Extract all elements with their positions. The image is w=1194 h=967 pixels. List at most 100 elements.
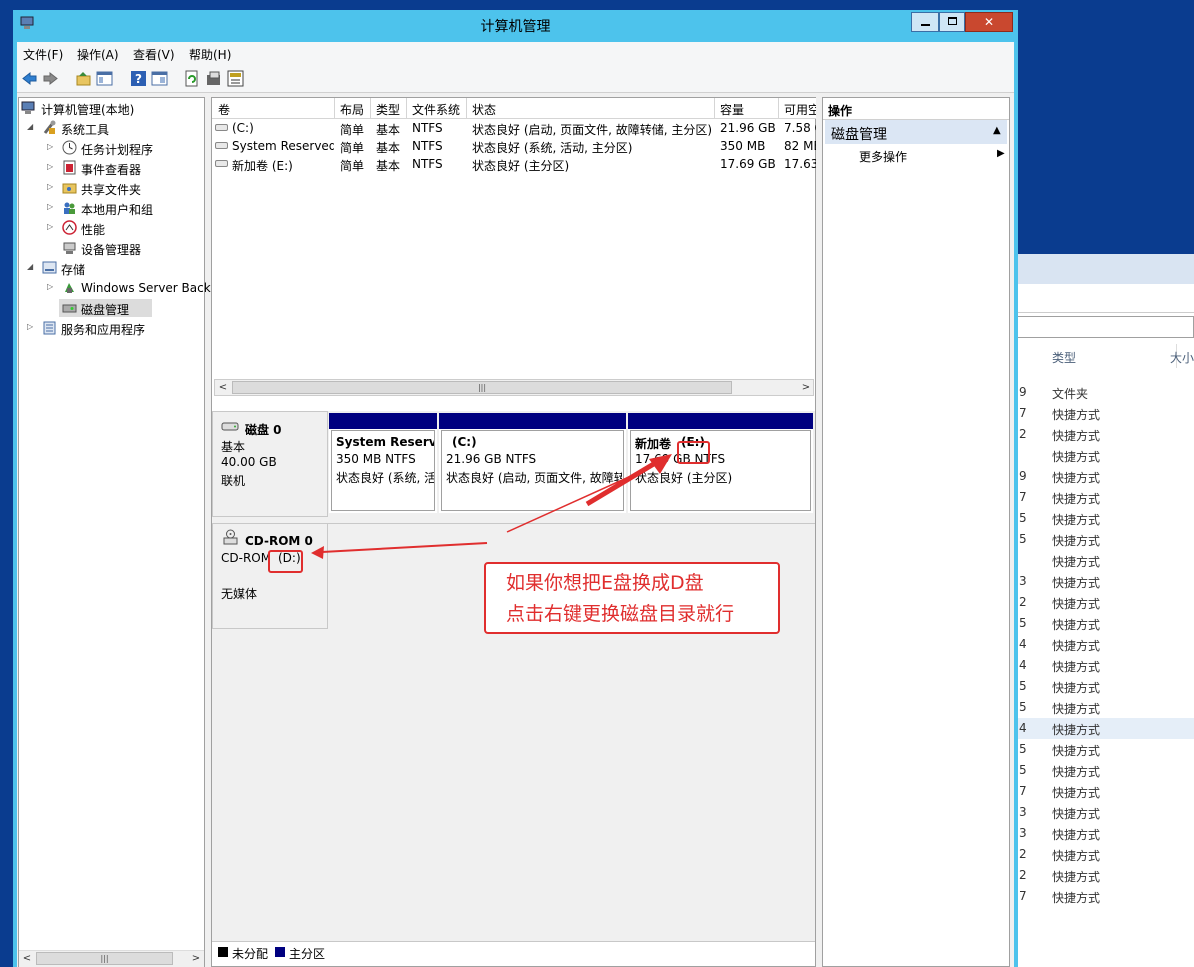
explorer-list-item[interactable]: 3 快捷方式	[1016, 571, 1194, 592]
explorer-list-item[interactable]: 5 快捷方式	[1016, 613, 1194, 634]
volume-cell-vol: (C:)	[232, 121, 254, 135]
explorer-list-item[interactable]: 2 快捷方式	[1016, 592, 1194, 613]
expand-arrow-icon[interactable]: ▷	[47, 282, 53, 291]
column-header-filesystem[interactable]: 文件系统	[412, 101, 460, 118]
maximize-button[interactable]	[939, 12, 965, 32]
explorer-search-box[interactable]	[1016, 316, 1194, 338]
tree-item-disk-management[interactable]: 磁盘管理	[59, 299, 152, 317]
actions-section-disk-management[interactable]: 磁盘管理 ▲	[825, 120, 1007, 144]
explorer-list-item[interactable]: 7 快捷方式	[1016, 403, 1194, 424]
explorer-list-item[interactable]: 9 文件夹	[1016, 382, 1194, 403]
partition-e[interactable]: 新加卷 (E:) 17.69 GB NTFS 状态良好 (主分区)	[628, 413, 813, 513]
partition-c[interactable]: (C:) 21.96 GB NTFS 状态良好 (启动, 页面文件, 故障转	[439, 413, 626, 513]
volume-row[interactable]: (C:) 简单 基本 NTFS 状态良好 (启动, 页面文件, 故障转储, 主分区) 21…	[212, 119, 816, 137]
close-button[interactable]: ✕	[965, 12, 1013, 32]
actions-more-actions[interactable]: 更多操作 ▶	[825, 146, 1007, 166]
expand-arrow-icon[interactable]: ▷	[47, 202, 53, 211]
explorer-item-date-fragment: 4	[1019, 721, 1027, 735]
volume-row[interactable]: System Reserved 简单 基本 NTFS 状态良好 (系统, 活动, 主分区…	[212, 137, 816, 155]
explorer-list-item[interactable]: 7 快捷方式	[1016, 886, 1194, 907]
explorer-list-item[interactable]: 7 快捷方式	[1016, 781, 1194, 802]
explorer-list-item[interactable]: 5 快捷方式	[1016, 760, 1194, 781]
explorer-list-item[interactable]: 5 快捷方式	[1016, 739, 1194, 760]
scroll-right-arrow-icon[interactable]: >	[188, 951, 204, 967]
column-divider[interactable]	[778, 98, 779, 118]
explorer-list-item[interactable]: 5 快捷方式	[1016, 508, 1194, 529]
export-icon[interactable]	[227, 70, 244, 87]
column-header-volume[interactable]: 卷	[218, 101, 230, 118]
column-divider[interactable]	[466, 98, 467, 118]
up-icon[interactable]	[75, 70, 92, 87]
scroll-right-arrow-icon[interactable]: >	[798, 380, 814, 396]
column-header-free[interactable]: 可用空	[784, 101, 816, 118]
column-header-layout[interactable]: 布局	[340, 101, 364, 118]
expand-arrow-icon[interactable]: ▷	[47, 142, 53, 151]
explorer-item-type: 快捷方式	[1052, 534, 1101, 548]
help-icon[interactable]: ?	[130, 70, 147, 87]
expand-arrow-icon[interactable]: ▷	[27, 322, 33, 331]
explorer-item-type: 快捷方式	[1052, 639, 1101, 653]
back-icon[interactable]	[21, 70, 38, 87]
explorer-list-item[interactable]: 3 快捷方式	[1016, 802, 1194, 823]
minimize-button[interactable]	[911, 12, 939, 32]
expand-arrow-icon[interactable]: ▷	[47, 162, 53, 171]
volume-cell-layout: 简单	[340, 159, 365, 173]
volume-list-horizontal-scrollbar[interactable]: < ||| >	[214, 379, 814, 396]
column-divider[interactable]	[714, 98, 715, 118]
column-header-capacity[interactable]: 容量	[720, 101, 744, 118]
collapse-arrow-icon[interactable]: ◢	[27, 122, 33, 131]
column-header-type[interactable]: 类型	[1052, 349, 1076, 366]
collapse-section-icon[interactable]: ▲	[993, 125, 1001, 136]
explorer-item-date-fragment: 5	[1019, 679, 1027, 693]
tree-horizontal-scrollbar[interactable]: < ||| >	[19, 950, 204, 967]
cdrom-header[interactable]: CD-ROM 0 CD-ROM (D:) 无媒体	[212, 523, 328, 629]
settings-icon[interactable]	[205, 70, 222, 87]
column-divider[interactable]	[406, 98, 407, 118]
explorer-list-item[interactable]: 2 快捷方式	[1016, 424, 1194, 445]
partition-system-reserved[interactable]: System Reserve 350 MB NTFS 状态良好 (系统, 活	[329, 413, 437, 513]
explorer-list-item[interactable]: 2 快捷方式	[1016, 865, 1194, 886]
explorer-list-item[interactable]: 4 快捷方式	[1016, 634, 1194, 655]
column-header-size[interactable]: 大小	[1170, 349, 1194, 366]
explorer-list-item[interactable]: 4 快捷方式	[1016, 655, 1194, 676]
explorer-list-item[interactable]: 4 快捷方式	[1016, 718, 1194, 739]
disk0-title: 磁盘 0	[245, 423, 282, 437]
explorer-list-item[interactable]: 5 快捷方式	[1016, 697, 1194, 718]
minimize-icon	[921, 24, 930, 26]
explorer-list-item[interactable]: 5 快捷方式	[1016, 529, 1194, 550]
partition-body: (C:) 21.96 GB NTFS 状态良好 (启动, 页面文件, 故障转	[441, 430, 624, 511]
partition-status: 状态良好 (主分区)	[635, 471, 733, 485]
column-divider[interactable]	[334, 98, 335, 118]
scroll-left-arrow-icon[interactable]: <	[215, 380, 231, 396]
explorer-list-item[interactable]: 快捷方式	[1016, 550, 1194, 571]
menu-view[interactable]: 查看(V)	[133, 46, 175, 63]
disk0-header[interactable]: 磁盘 0 基本 40.00 GB 联机	[212, 411, 328, 517]
expand-arrow-icon[interactable]: ▷	[47, 182, 53, 191]
title-bar[interactable]: 计算机管理 ✕	[13, 10, 1018, 40]
scrollbar-thumb[interactable]: |||	[36, 952, 173, 965]
explorer-list-item[interactable]: 7 快捷方式	[1016, 487, 1194, 508]
scrollbar-thumb[interactable]: |||	[232, 381, 732, 394]
column-header-status[interactable]: 状态	[472, 101, 496, 118]
collapse-arrow-icon[interactable]: ◢	[27, 262, 33, 271]
explorer-list-item[interactable]: 5 快捷方式	[1016, 676, 1194, 697]
explorer-list-item[interactable]: 9 快捷方式	[1016, 466, 1194, 487]
explorer-list-item[interactable]: 快捷方式	[1016, 445, 1194, 466]
show-hide-tree-icon[interactable]	[96, 70, 113, 87]
explorer-list-item[interactable]: 3 快捷方式	[1016, 823, 1194, 844]
forward-icon[interactable]	[42, 70, 59, 87]
more-actions-label: 更多操作	[859, 150, 908, 164]
properties-icon[interactable]	[151, 70, 168, 87]
column-header-type[interactable]: 类型	[376, 101, 400, 118]
menu-action[interactable]: 操作(A)	[77, 46, 119, 63]
volume-row[interactable]: 新加卷 (E:) 简单 基本 NTFS 状态良好 (主分区) 17.69 GB 17.63	[212, 155, 816, 173]
menu-help[interactable]: 帮助(H)	[189, 46, 231, 63]
expand-arrow-icon[interactable]: ▷	[47, 222, 53, 231]
volume-icon	[215, 124, 228, 131]
refresh-icon[interactable]	[183, 70, 200, 87]
explorer-list-item[interactable]: 2 快捷方式	[1016, 844, 1194, 865]
scroll-left-arrow-icon[interactable]: <	[19, 951, 35, 967]
column-divider[interactable]	[370, 98, 371, 118]
menu-file[interactable]: 文件(F)	[23, 46, 63, 63]
explorer-item-date-fragment: 3	[1019, 574, 1027, 588]
